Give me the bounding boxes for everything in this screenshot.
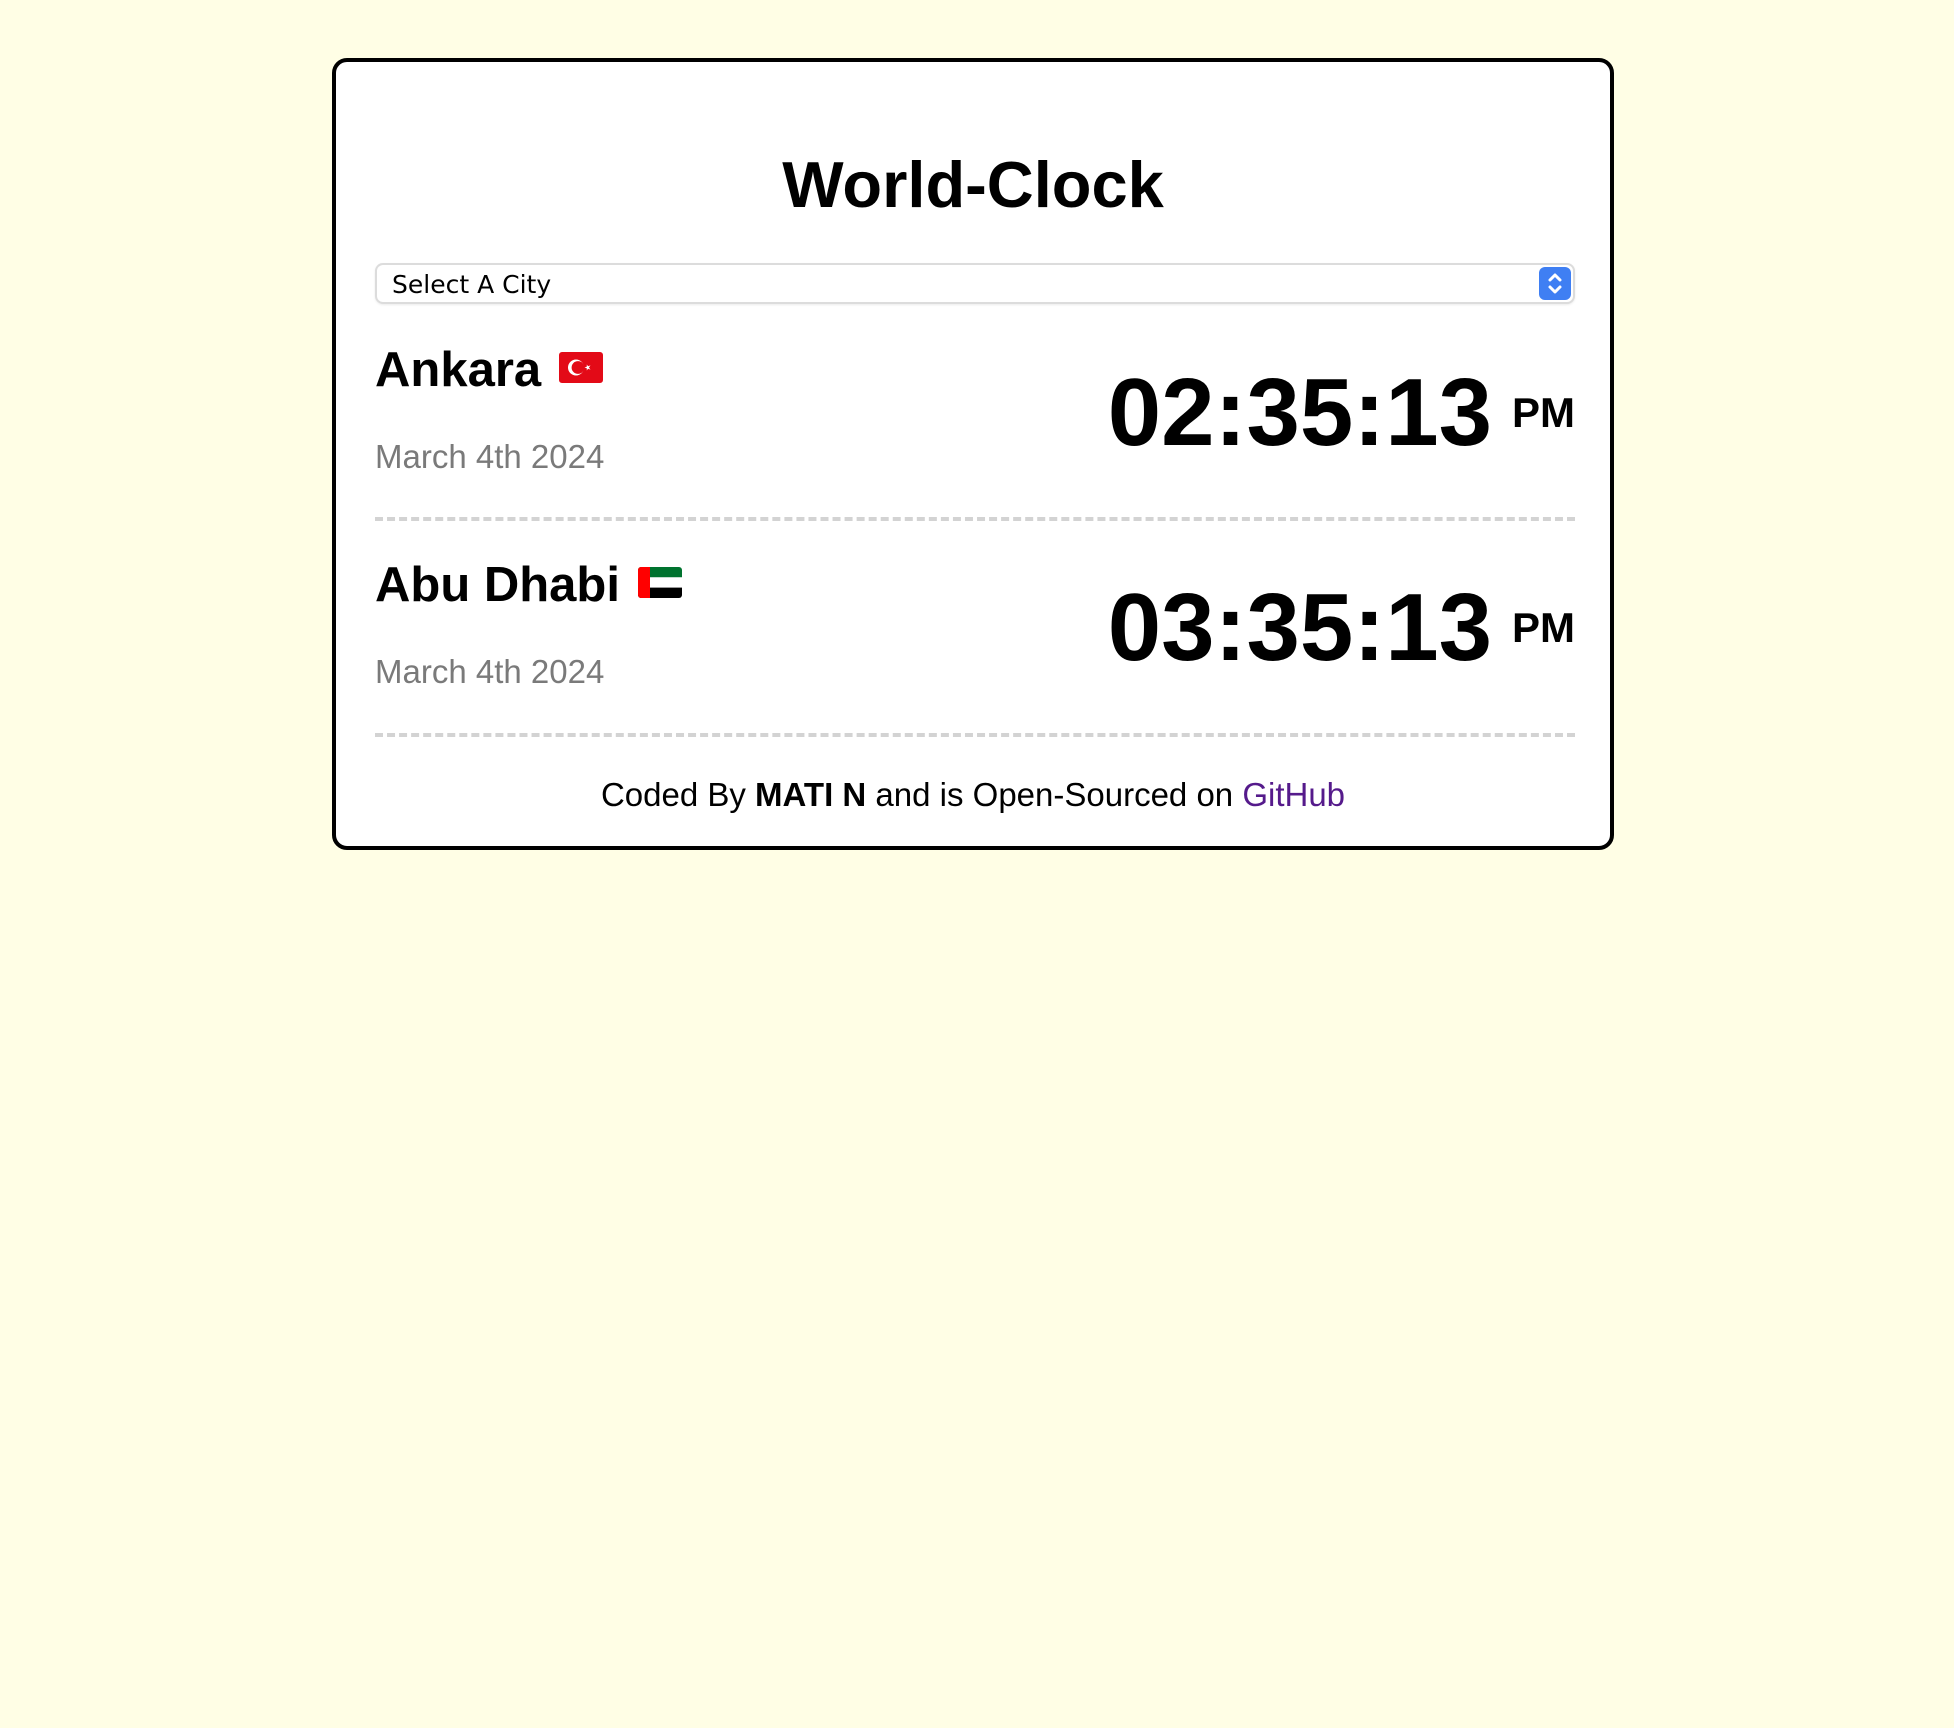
city-name: Abu Dhabi: [375, 558, 620, 612]
city-date: March 4th 2024: [375, 653, 605, 690]
turkey-flag-icon: [559, 351, 604, 383]
clock-display: 02:35:13 PM: [1108, 358, 1575, 468]
clock-time: 03:35:13: [1107, 574, 1492, 681]
clock-ampm: PM: [1512, 389, 1575, 437]
city-name-heading: Abu Dhabi: [375, 557, 682, 613]
clock-display: 03:35:13 PM: [1108, 573, 1575, 683]
world-clock-card: World-Clock Select A City Ankara March 4…: [332, 58, 1614, 850]
city-select-value: Select A City: [392, 270, 552, 299]
clock-ampm: PM: [1512, 604, 1575, 652]
city-row-abu-dhabi: Abu Dhabi March 4th 2024 03:35:13 PM: [375, 557, 1575, 777]
city-name: Ankara: [375, 343, 542, 397]
page-title: World-Clock: [782, 148, 1164, 221]
footer-credit: Coded By MATI N and is Open-Sourced on G…: [336, 776, 1610, 814]
footer-prefix: Coded By: [600, 776, 756, 813]
github-link[interactable]: GitHub: [1242, 776, 1345, 813]
uae-flag-icon: [637, 566, 682, 598]
divider: [375, 733, 1575, 737]
select-arrows-icon[interactable]: [1539, 267, 1571, 300]
city-name-heading: Ankara: [375, 342, 604, 398]
footer-middle: and is Open-Sourced on: [866, 776, 1243, 813]
city-select[interactable]: Select A City: [375, 263, 1575, 304]
clock-time: 02:35:13: [1107, 359, 1492, 466]
author-name: MATI N: [755, 776, 867, 813]
divider: [375, 517, 1575, 521]
city-row-ankara: Ankara March 4th 2024 02:35:13 PM: [375, 342, 1575, 562]
city-date: March 4th 2024: [375, 438, 605, 475]
